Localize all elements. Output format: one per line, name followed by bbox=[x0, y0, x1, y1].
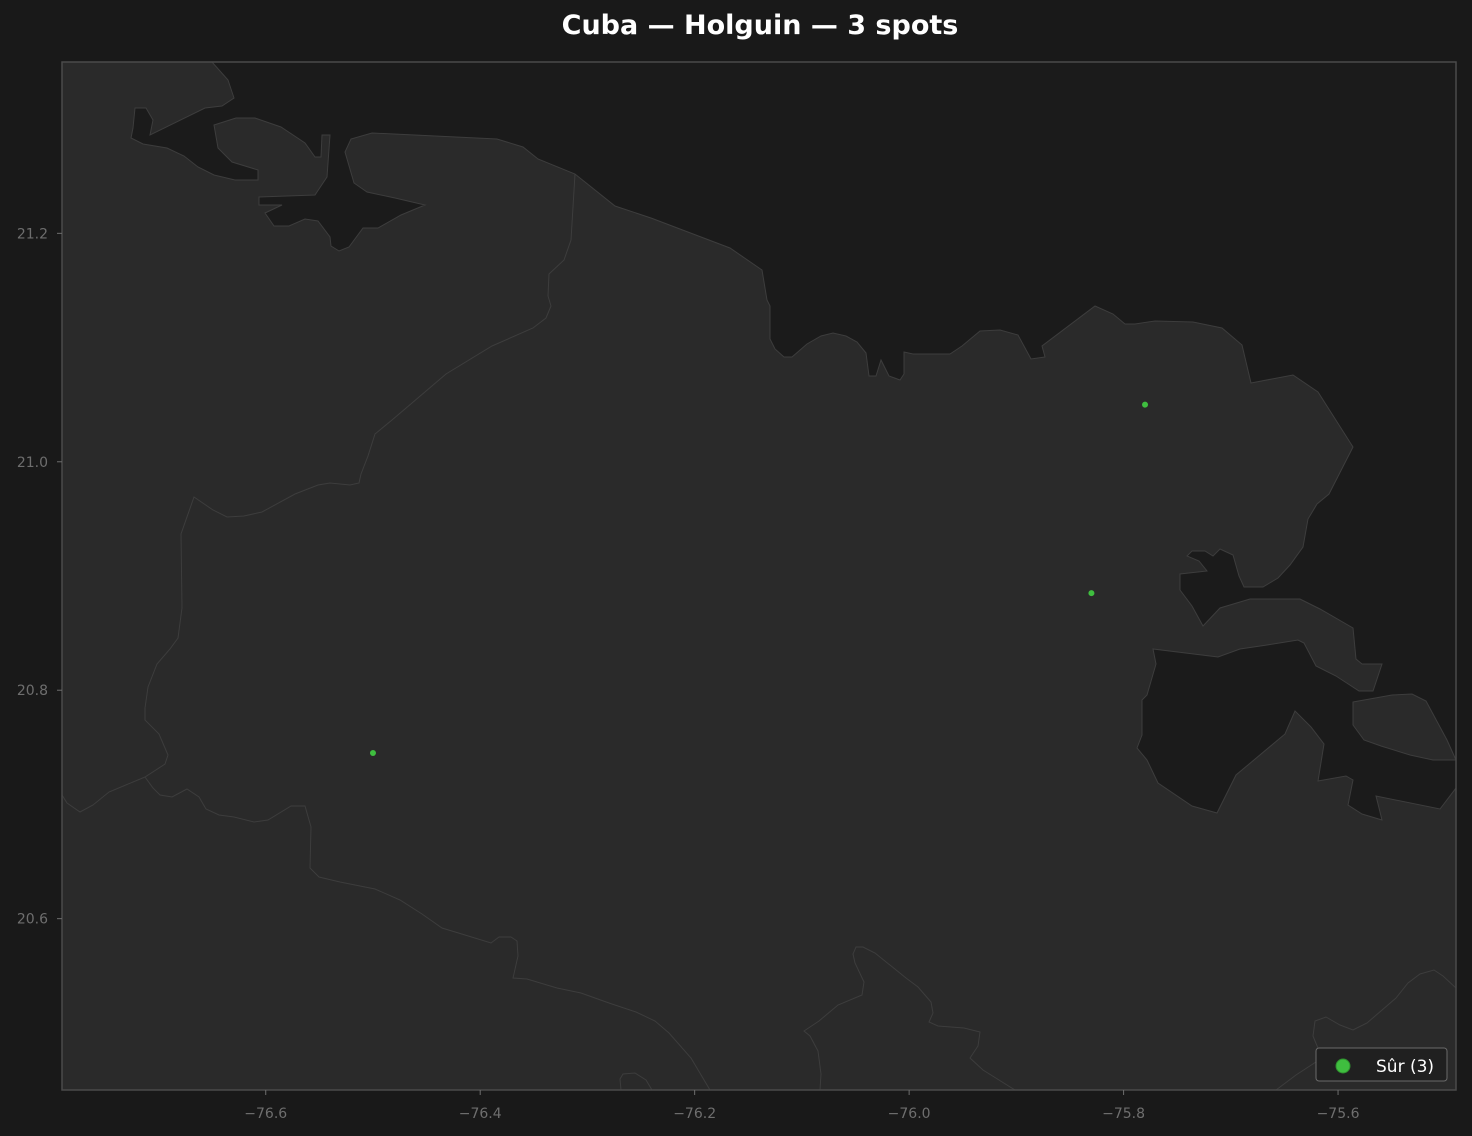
legend-marker bbox=[1335, 1058, 1351, 1074]
spot-marker[interactable] bbox=[1142, 401, 1149, 408]
spot-marker[interactable] bbox=[369, 750, 376, 757]
map-area bbox=[62, 62, 1456, 1090]
x-tick-label: −75.6 bbox=[1317, 1106, 1360, 1122]
x-tick-label: −76.2 bbox=[673, 1106, 716, 1122]
legend: Sûr (3) bbox=[1315, 1047, 1448, 1082]
x-tick-label: −76.4 bbox=[459, 1106, 502, 1122]
x-tick-label: −76.6 bbox=[244, 1106, 287, 1122]
x-axis: −76.6 −76.4 −76.2 −76.0 −75.8 −75.6 bbox=[244, 1090, 1360, 1122]
legend-label: Sûr (3) bbox=[1376, 1057, 1434, 1077]
y-tick-label: 21.0 bbox=[17, 455, 48, 471]
spot-marker[interactable] bbox=[1088, 590, 1095, 597]
x-tick-label: −75.8 bbox=[1102, 1106, 1145, 1122]
y-tick-label: 20.6 bbox=[17, 912, 48, 928]
y-axis: 20.6 20.8 21.0 21.2 bbox=[17, 226, 62, 928]
y-tick-label: 20.8 bbox=[17, 683, 48, 699]
x-tick-label: −76.0 bbox=[888, 1106, 931, 1122]
map-figure: −76.6 −76.4 −76.2 −76.0 −75.8 −75.6 20.620.82… bbox=[17, 61, 1457, 1122]
y-tick-label: 21.2 bbox=[17, 226, 48, 242]
